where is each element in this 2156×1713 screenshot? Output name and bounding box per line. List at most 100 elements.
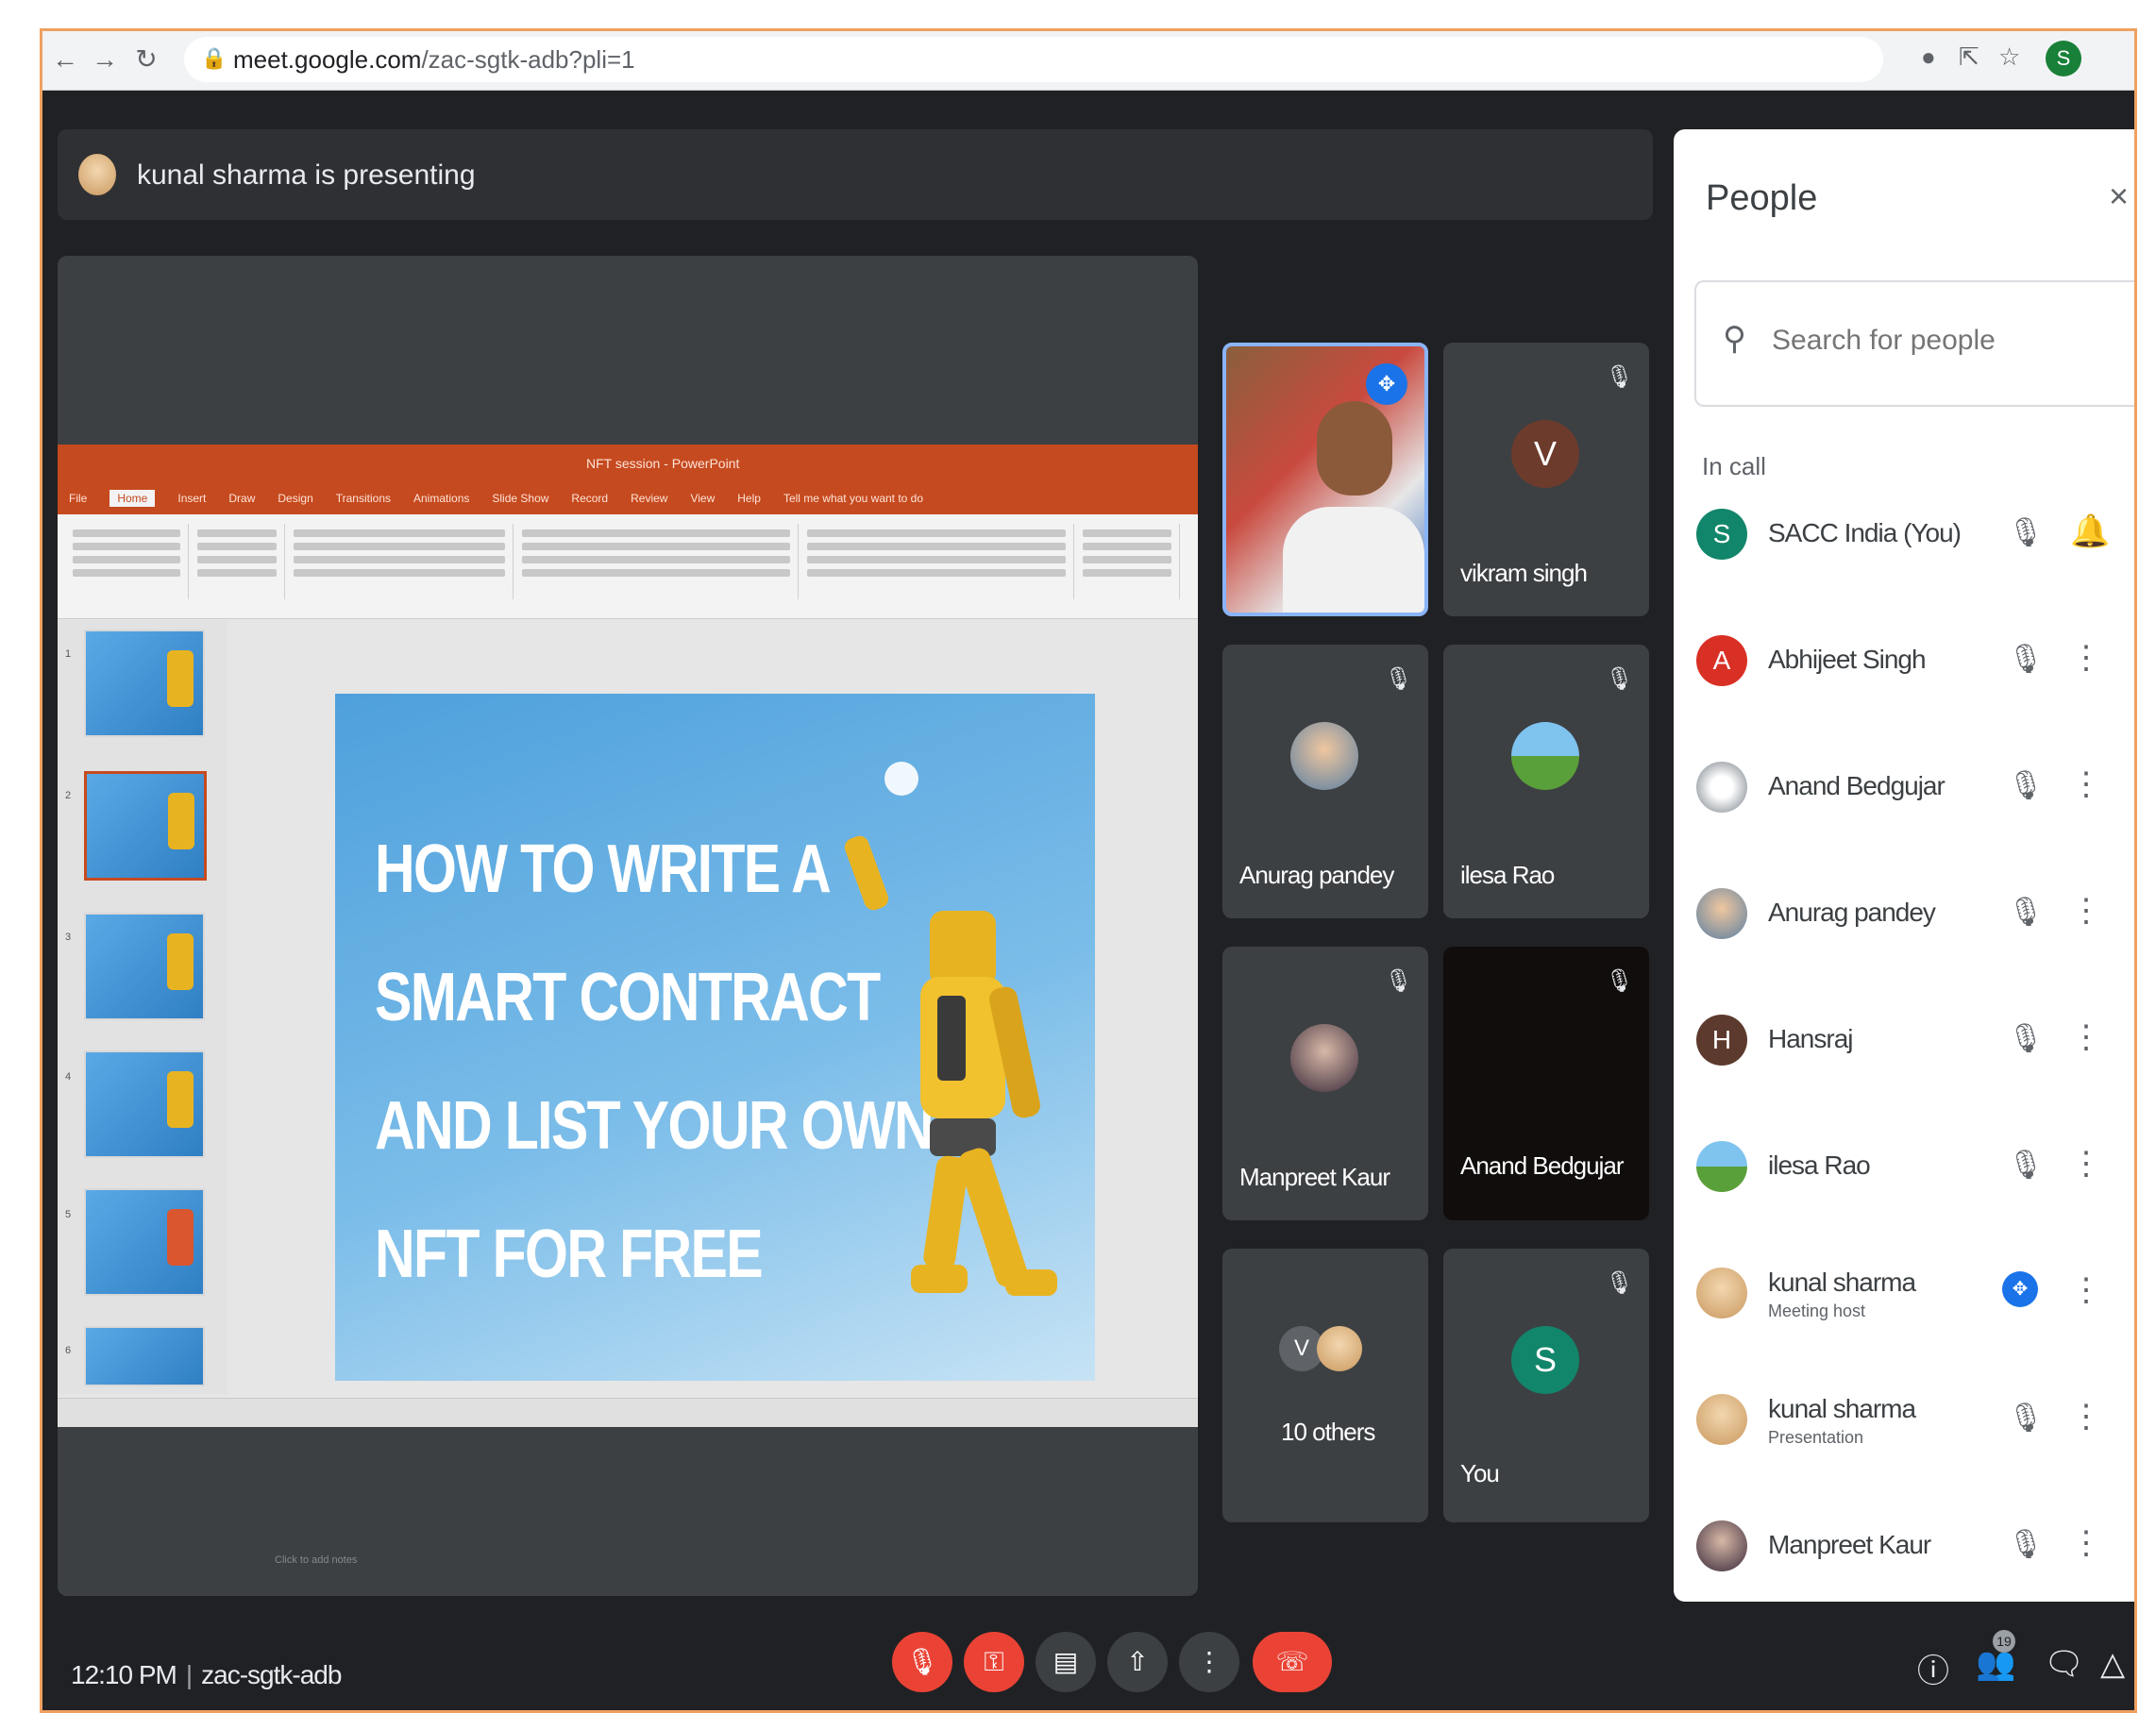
ppt-ribbon bbox=[58, 514, 1198, 619]
present-now-button[interactable]: ⇧ bbox=[1107, 1632, 1168, 1692]
presentation-stage[interactable]: NFT session - PowerPoint File Home Insert D… bbox=[58, 256, 1198, 1596]
people-search[interactable]: ⚲ bbox=[1694, 280, 2134, 407]
participant-name: You bbox=[1460, 1459, 1500, 1487]
ppt-tab: Home bbox=[109, 490, 156, 507]
slide-thumbnail[interactable] bbox=[84, 630, 205, 737]
participant-name: Abhijeet Singh bbox=[1768, 645, 1927, 674]
participant-name: Anurag pandey bbox=[1239, 861, 1394, 889]
back-icon[interactable]: ← bbox=[48, 42, 82, 76]
forward-icon[interactable]: → bbox=[88, 42, 122, 76]
ppt-tab: Help bbox=[737, 492, 761, 505]
close-icon[interactable]: × bbox=[2109, 176, 2129, 216]
ppt-title-bar: NFT session - PowerPoint bbox=[58, 445, 1198, 482]
more-options-icon[interactable]: ⋮ bbox=[2070, 1524, 2102, 1562]
slide-thumbnail[interactable] bbox=[84, 1326, 205, 1386]
participant-row[interactable]: kunal sharma Presentation 🎙 ⋮ bbox=[1674, 1366, 2134, 1479]
ppt-app-title: NFT session - PowerPoint bbox=[586, 456, 740, 471]
search-input[interactable] bbox=[1770, 316, 2132, 365]
ppt-tab: Review bbox=[631, 492, 668, 505]
more-options-icon[interactable]: ⋮ bbox=[2070, 1271, 2102, 1309]
participant-tile[interactable]: 🎙 Manpreet Kaur bbox=[1222, 947, 1428, 1220]
slide-thumbnail[interactable] bbox=[84, 913, 205, 1020]
ribbon-group-font bbox=[286, 524, 514, 599]
participant-avatar: A bbox=[1696, 635, 1747, 686]
participant-row[interactable]: H Hansraj 🎙 ⋮ bbox=[1674, 986, 2134, 1100]
more-options-icon[interactable]: ⋮ bbox=[2070, 639, 2102, 677]
more-options-icon[interactable]: ⋮ bbox=[2070, 892, 2102, 930]
more-options-icon[interactable]: ⋮ bbox=[2070, 765, 2102, 803]
more-options-icon[interactable]: ⋮ bbox=[2070, 1018, 2102, 1056]
participant-avatar bbox=[1696, 1268, 1747, 1318]
captions-button[interactable]: ▤ bbox=[1036, 1632, 1096, 1692]
participant-name: SACC India (You) bbox=[1768, 518, 1962, 547]
share-icon[interactable]: ⇱ bbox=[1959, 42, 1979, 72]
participant-avatar bbox=[1696, 1394, 1747, 1445]
participant-row[interactable]: Anurag pandey 🎙 ⋮ bbox=[1674, 860, 2134, 973]
url-text: meet.google.com/zac-sgtk-adb?pli=1 bbox=[233, 45, 635, 74]
participant-avatar bbox=[1290, 1024, 1358, 1092]
camera-toggle-button[interactable]: ⚿ bbox=[964, 1632, 1024, 1692]
participant-name: ilesa Rao bbox=[1768, 1150, 1871, 1180]
profile-avatar[interactable]: S bbox=[2046, 41, 2081, 76]
ribbon-group-editing bbox=[1075, 524, 1180, 599]
meeting-code: zac-sgtk-adb bbox=[201, 1660, 342, 1689]
participant-tile[interactable]: 🎙 Anand Bedgujar bbox=[1443, 947, 1649, 1220]
mic-off-icon[interactable]: 🎙 bbox=[2008, 896, 2044, 929]
participant-tile[interactable]: 🎙 V vikram singh bbox=[1443, 343, 1649, 616]
participant-tile[interactable]: 🎙 Anurag pandey bbox=[1222, 645, 1428, 918]
robot-illustration bbox=[844, 762, 1057, 1296]
mic-off-icon[interactable]: 🎙 bbox=[2008, 516, 2044, 549]
mic-off-icon[interactable]: 🎙 bbox=[2008, 1149, 2044, 1182]
pin-icon[interactable]: ✥ bbox=[1366, 363, 1407, 405]
presenting-banner: kunal sharma is presenting bbox=[58, 129, 1653, 220]
slide-thumbnail-selected[interactable] bbox=[84, 771, 207, 881]
meeting-clock: 12:10 PM | zac-sgtk-adb bbox=[71, 1660, 342, 1689]
bell-icon[interactable]: 🔔 bbox=[2070, 512, 2110, 550]
reload-icon[interactable]: ↻ bbox=[129, 42, 163, 76]
participant-row[interactable]: ilesa Rao 🎙 ⋮ bbox=[1674, 1113, 2134, 1226]
browser-toolbar: ← → ↻ 🔒 meet.google.com/zac-sgtk-adb?pli… bbox=[42, 31, 2134, 91]
participant-avatar bbox=[1696, 762, 1747, 813]
ppt-tab: Animations bbox=[413, 492, 470, 505]
more-options-icon[interactable]: ⋮ bbox=[2070, 1145, 2102, 1183]
participant-tile-others[interactable]: V 10 others bbox=[1222, 1249, 1428, 1522]
activities-icon[interactable]: △ bbox=[2100, 1645, 2125, 1683]
mic-off-icon[interactable]: 🎙 bbox=[2008, 1402, 2044, 1435]
slide-title: HOW TO WRITE A SMART CONTRACT AND LIST Y… bbox=[375, 805, 935, 1318]
address-bar[interactable]: 🔒 meet.google.com/zac-sgtk-adb?pli=1 bbox=[184, 37, 1883, 82]
slide-thumbnails-pane: 1 2 3 4 5 6 bbox=[58, 620, 227, 1394]
bookmark-star-icon[interactable]: ☆ bbox=[1998, 42, 2020, 72]
participant-tile[interactable]: 🎙 ilesa Rao bbox=[1443, 645, 1649, 918]
leave-call-button[interactable]: ☏ bbox=[1253, 1632, 1332, 1692]
ppt-tab: Record bbox=[571, 492, 609, 505]
mic-off-icon: 🎙 bbox=[1605, 968, 1634, 994]
slide-thumbnail[interactable] bbox=[84, 1050, 205, 1158]
participant-row[interactable]: kunal sharma Meeting host ✥ ⋮ bbox=[1674, 1239, 2134, 1352]
participant-row[interactable]: Anand Bedgujar 🎙 ⋮ bbox=[1674, 733, 2134, 847]
microphone-toggle-button[interactable]: 🎙 bbox=[892, 1632, 952, 1692]
info-icon[interactable]: ⓘ bbox=[1917, 1645, 1949, 1691]
more-options-button[interactable]: ⋮ bbox=[1179, 1632, 1239, 1692]
ppt-tab: Tell me what you want to do bbox=[783, 492, 924, 505]
mic-off-icon[interactable]: 🎙 bbox=[2008, 1528, 2044, 1561]
mic-off-icon[interactable]: 🎙 bbox=[2008, 769, 2044, 802]
participant-tile-camera[interactable]: ✥ bbox=[1222, 343, 1428, 616]
participant-avatar bbox=[1290, 722, 1358, 790]
participant-row[interactable]: S SACC India (You) 🎙 🔔 bbox=[1674, 480, 2134, 594]
slide-title-line: AND LIST YOUR OWN bbox=[375, 1088, 935, 1164]
participant-row[interactable]: A Abhijeet Singh 🎙 ⋮ bbox=[1674, 607, 2134, 720]
more-options-icon[interactable]: ⋮ bbox=[2070, 1398, 2102, 1436]
participant-name: Manpreet Kaur bbox=[1768, 1530, 1931, 1559]
participant-row[interactable]: Manpreet Kaur 🎙 ⋮ bbox=[1674, 1492, 2134, 1602]
pin-icon[interactable]: ✥ bbox=[2002, 1271, 2038, 1307]
ppt-tab: File bbox=[69, 492, 88, 505]
ppt-ribbon-tabs: File Home Insert Draw Design Transitions Anima… bbox=[58, 482, 1198, 514]
participant-name: kunal sharma bbox=[1768, 1394, 1916, 1423]
slide-thumbnail[interactable] bbox=[84, 1188, 205, 1296]
chat-icon[interactable]: 🗨 bbox=[2044, 1645, 2084, 1683]
participant-tile-self[interactable]: 🎙 S You bbox=[1443, 1249, 1649, 1522]
camera-indicator-icon[interactable]: ● bbox=[1921, 42, 1936, 72]
mic-off-icon[interactable]: 🎙 bbox=[2008, 1022, 2044, 1055]
mic-off-icon[interactable]: 🎙 bbox=[2008, 643, 2044, 676]
participant-avatar bbox=[1317, 1326, 1362, 1371]
